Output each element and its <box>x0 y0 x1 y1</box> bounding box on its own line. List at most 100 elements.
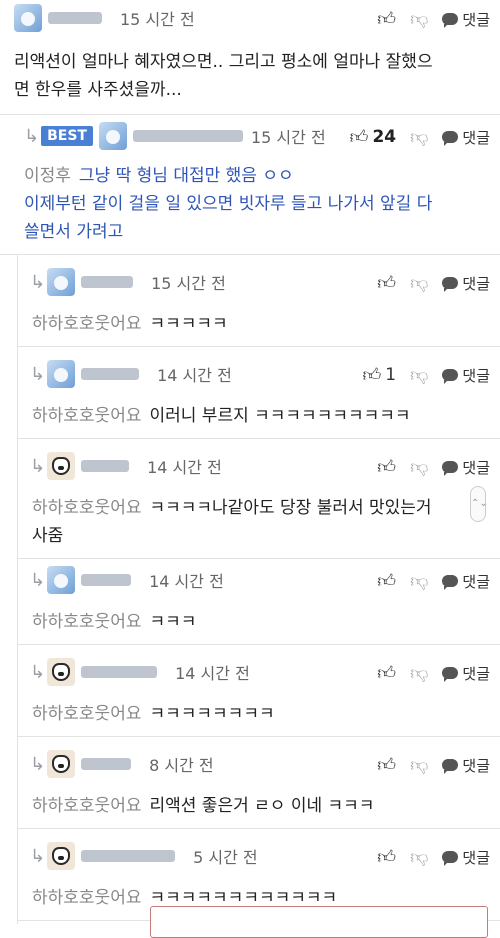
reply-actions: 👍︎ 👎︎ 댓글 <box>377 846 490 868</box>
reply-arrow-icon: ↳ <box>30 455 46 477</box>
thumbs-down-icon[interactable]: 👎︎ <box>410 456 428 478</box>
reply-time: 8 시간 전 <box>149 756 214 775</box>
reply-text: 하하호호웃어요 리액션 좋은거 ㄹㅇ 이네 ㅋㅋㅋ <box>32 796 375 816</box>
avatar[interactable] <box>47 750 76 778</box>
avatar[interactable] <box>47 268 76 296</box>
divider <box>0 254 500 255</box>
nickname-blurred[interactable] <box>132 130 243 142</box>
reply-text: 하하호호웃어요 ㅋㅋㅋ <box>32 612 197 632</box>
thumbs-down-icon[interactable]: 👎︎ <box>410 364 428 386</box>
speech-bubble-icon <box>442 13 459 28</box>
best-reply-header: ↳ BEST 15 시간 전 <box>24 118 326 154</box>
like-button[interactable]: 👍︎ 24 <box>350 126 396 148</box>
reply-arrow-icon: ↳ <box>24 125 40 147</box>
speech-bubble-icon <box>442 461 459 476</box>
thread-line <box>17 255 18 924</box>
avatar[interactable] <box>14 4 42 32</box>
thumbs-down-icon[interactable]: 👎︎ <box>410 8 428 30</box>
thumbs-down-icon[interactable]: 👎︎ <box>410 754 428 776</box>
thumbs-up-icon: 👍︎ <box>349 127 369 148</box>
divider <box>18 346 500 347</box>
nickname-blurred[interactable] <box>48 12 102 24</box>
reply-button[interactable]: 댓글 <box>442 755 490 776</box>
reply-button[interactable]: 댓글 <box>442 365 490 386</box>
reply-button[interactable]: 댓글 <box>442 457 490 478</box>
reply-header: ↳ 15 시간 전 <box>30 264 226 300</box>
reply-time: 14 시간 전 <box>157 366 232 385</box>
like-button[interactable]: 👍︎ <box>377 754 396 776</box>
reply-time: 14 시간 전 <box>147 458 222 477</box>
scroll-handle[interactable]: ⌃⌄ <box>470 486 488 522</box>
mention[interactable]: 이정후 <box>24 166 71 186</box>
reply-button[interactable]: 댓글 <box>442 847 490 868</box>
reply-header: ↳ 14 시간 전 <box>30 356 232 392</box>
divider <box>18 828 500 829</box>
comment-text: 리액션이 얼마나 혜자였으면.. 그리고 평소에 얼마나 잘했으 면 한우를 사… <box>14 52 433 100</box>
reply-time: 15 시간 전 <box>250 128 326 147</box>
like-button[interactable]: 👍︎ <box>377 272 396 294</box>
speech-bubble-icon <box>442 759 459 774</box>
comment-input-box[interactable] <box>150 906 488 938</box>
divider <box>18 736 500 737</box>
reply-button[interactable]: 댓글 <box>442 663 490 684</box>
reply-actions: 👍︎ 👎︎ 댓글 <box>377 754 490 776</box>
speech-bubble-icon <box>442 851 459 866</box>
mention[interactable]: 하하호호웃어요 <box>32 704 141 724</box>
reply-actions: 👍︎ 1 👎︎ 댓글 <box>362 364 490 386</box>
divider <box>18 558 500 559</box>
reply-actions: 👍︎ 👎︎ 댓글 <box>377 570 490 592</box>
reply-time: 14 시간 전 <box>149 572 224 591</box>
thumbs-up-icon: 👍︎ <box>377 571 397 592</box>
reply-button[interactable]: 댓글 <box>442 9 490 30</box>
reply-arrow-icon: ↳ <box>30 661 46 683</box>
avatar[interactable] <box>47 360 76 388</box>
mention[interactable]: 하하호호웃어요 <box>32 406 141 426</box>
reply-arrow-icon: ↳ <box>30 271 46 293</box>
mention[interactable]: 하하호호웃어요 <box>32 498 141 518</box>
reply-button[interactable]: 댓글 <box>442 273 490 294</box>
like-count: 1 <box>385 365 397 385</box>
nickname-blurred[interactable] <box>81 666 158 678</box>
avatar[interactable] <box>47 658 76 686</box>
nickname-blurred[interactable] <box>81 574 132 586</box>
thumbs-up-icon[interactable]: 👍︎ <box>377 8 396 30</box>
thumbs-down-icon[interactable]: 👎︎ <box>410 662 428 684</box>
thumbs-up-icon: 👍︎ <box>377 755 397 776</box>
like-button[interactable]: 👍︎ <box>377 570 396 592</box>
thumbs-down-icon[interactable]: 👎︎ <box>410 272 428 294</box>
reply-actions: 👍︎ 👎︎ 댓글 <box>377 272 490 294</box>
reply-text: 하하호호웃어요 ㅋㅋㅋㅋㅋ <box>32 314 228 334</box>
like-button[interactable]: 👍︎ <box>377 662 396 684</box>
avatar[interactable] <box>98 122 127 150</box>
best-reply-text: 이정후 그냥 딱 형님 대접만 했음 ㅇㅇ 이제부턴 같이 걸을 일 있으면 빗자… <box>24 166 433 242</box>
reply-time: 5 시간 전 <box>193 848 258 867</box>
like-button[interactable]: 👍︎ 1 <box>362 364 396 386</box>
thumbs-up-icon: 👍︎ <box>377 847 397 868</box>
speech-bubble-icon <box>442 369 459 384</box>
thumbs-up-icon: 👍︎ <box>377 273 397 294</box>
nickname-blurred[interactable] <box>81 850 176 862</box>
thumbs-down-icon[interactable]: 👎︎ <box>410 570 428 592</box>
avatar[interactable] <box>47 842 76 870</box>
like-button[interactable]: 👍︎ <box>377 846 396 868</box>
reply-button[interactable]: 댓글 <box>442 127 490 148</box>
mention[interactable]: 하하호호웃어요 <box>32 888 141 908</box>
mention[interactable]: 하하호호웃어요 <box>32 796 141 816</box>
mention[interactable]: 하하호호웃어요 <box>32 612 141 632</box>
thumbs-down-icon[interactable]: 👎︎ <box>410 846 428 868</box>
best-badge: BEST <box>41 126 93 146</box>
nickname-blurred[interactable] <box>81 460 130 472</box>
nickname-blurred[interactable] <box>81 276 134 288</box>
thumbs-down-icon[interactable]: 👎︎ <box>410 126 428 148</box>
like-button[interactable]: 👍︎ <box>377 456 396 478</box>
reply-time: 14 시간 전 <box>175 664 250 683</box>
nickname-blurred[interactable] <box>81 758 132 770</box>
like-count: 24 <box>372 127 397 147</box>
avatar[interactable] <box>47 566 76 594</box>
reply-button[interactable]: 댓글 <box>442 571 490 592</box>
avatar[interactable] <box>47 452 76 480</box>
mention[interactable]: 하하호호웃어요 <box>32 314 141 334</box>
nickname-blurred[interactable] <box>81 368 140 380</box>
speech-bubble-icon <box>442 277 459 292</box>
reply-actions: 👍︎ 👎︎ 댓글 <box>377 456 490 478</box>
